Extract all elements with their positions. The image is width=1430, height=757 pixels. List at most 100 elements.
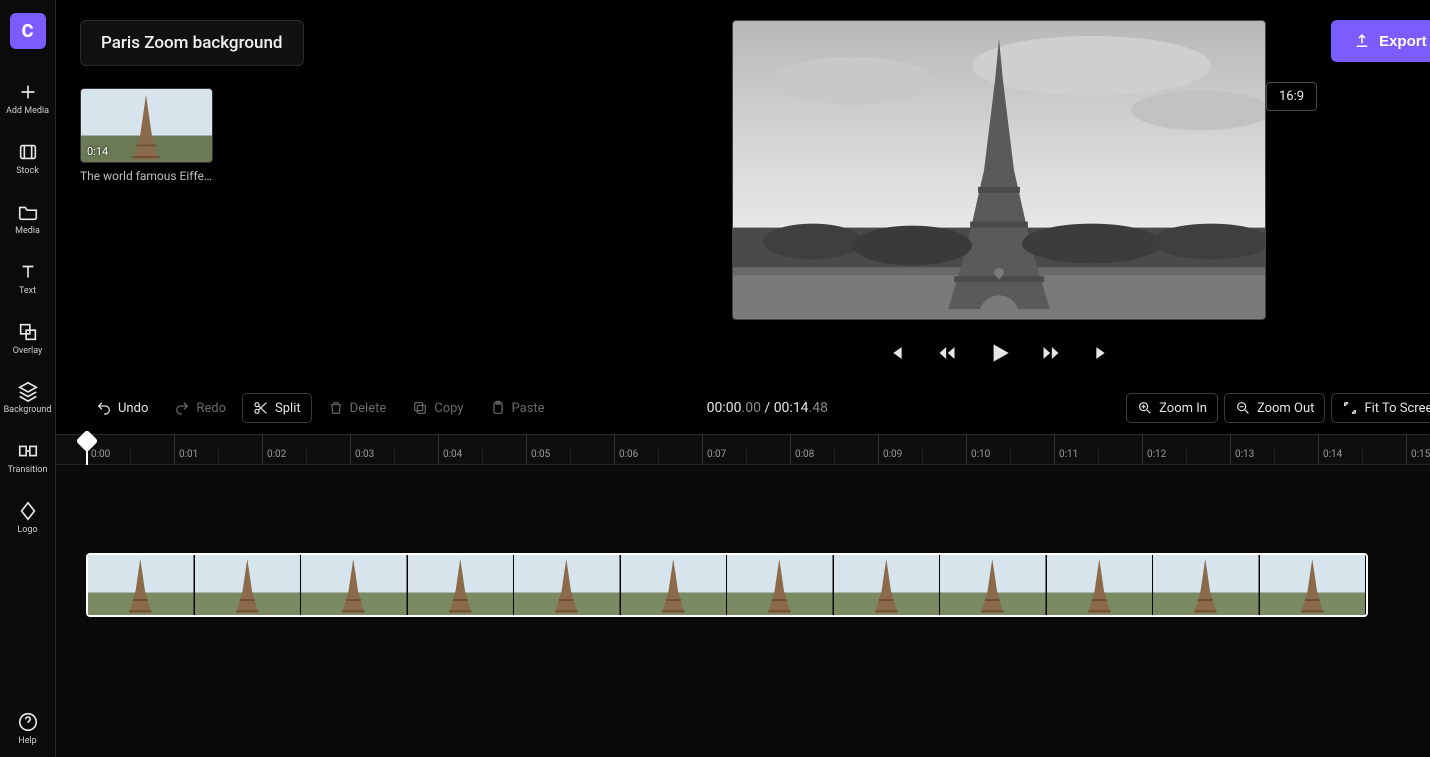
play-button[interactable] [986,340,1012,366]
ruler-subtick [746,450,751,465]
ruler-subtick [834,450,839,465]
forward-button[interactable] [1038,340,1064,366]
redo-icon [174,400,190,416]
edit-toolbar: Undo Redo Split Delete Copy Paste [56,388,1430,428]
ruler-tick: 0:09 [878,435,902,464]
skip-end-button[interactable] [1090,340,1116,366]
ruler-tick: 0:14 [1318,435,1342,464]
delete-label: Delete [350,401,387,416]
ruler-subtick [394,450,399,465]
split-button[interactable]: Split [242,393,312,423]
diamond-icon [17,500,39,522]
media-panel-item[interactable]: 0:14 The world famous Eiffel … [80,88,213,183]
timeline[interactable]: 0:000:010:020:030:040:050:060:070:080:09… [56,434,1430,757]
copy-button[interactable]: Copy [402,394,473,422]
ruler-tick-label: 0:09 [883,449,902,460]
sidebar-item-overlay[interactable]: Overlay [0,307,56,367]
undo-button[interactable]: Undo [86,394,158,422]
sidebar-item-label: Media [13,227,42,237]
clip-frame [621,555,728,615]
clip-frame [408,555,515,615]
sidebar-item-background[interactable]: Background [0,366,56,426]
ruler-tick-label: 0:02 [267,449,286,460]
ruler-subtick [658,450,663,465]
sidebar-item-label: Overlay [11,347,45,357]
project-title[interactable]: Paris Zoom background [80,20,304,66]
skip-start-button[interactable] [882,340,908,366]
timecode-total-frac: .48 [809,400,828,416]
timeline-ruler[interactable]: 0:000:010:020:030:040:050:060:070:080:09… [56,435,1430,465]
ruler-subtick [218,450,223,465]
sidebar-item-add-media[interactable]: Add Media [0,67,56,127]
timeline-tracks[interactable] [56,465,1430,757]
clip-frame [727,555,834,615]
zoom-out-label: Zoom Out [1257,401,1314,416]
plus-icon [17,81,39,103]
delete-button[interactable]: Delete [318,394,397,422]
ruler-tick-label: 0:08 [795,449,814,460]
sidebar-item-label: Text [17,287,38,297]
skip-end-icon [1093,343,1113,363]
sidebar: C Add Media Stock Media Text Overlay Bac… [0,0,56,757]
ruler-tick: 0:10 [966,435,990,464]
rewind-button[interactable] [934,340,960,366]
paste-button[interactable]: Paste [480,394,555,422]
redo-button[interactable]: Redo [164,394,236,422]
zoom-in-button[interactable]: Zoom In [1126,393,1218,423]
sidebar-item-logo[interactable]: Logo [0,486,56,546]
sidebar-item-transition[interactable]: Transition [0,426,56,486]
zoom-out-button[interactable]: Zoom Out [1224,393,1325,423]
timecode-display: 00:00.00 / 00:14.48 [707,400,828,416]
clip-frame [940,555,1047,615]
ruler-tick: 0:04 [438,435,462,464]
sidebar-item-text[interactable]: Text [0,247,56,307]
media-thumbnail[interactable]: 0:14 [80,88,213,163]
clip-frame [195,555,302,615]
ruler-subtick [130,450,135,465]
ruler-tick-label: 0:00 [91,449,110,460]
fit-to-screen-button[interactable]: Fit To Screen [1331,393,1430,423]
rewind-icon [937,343,957,363]
sidebar-item-stock[interactable]: Stock [0,127,56,187]
media-thumbnail-caption: The world famous Eiffel … [80,169,213,183]
skip-start-icon [885,343,905,363]
ruler-tick: 0:03 [350,435,374,464]
clip-frame [1153,555,1260,615]
split-label: Split [275,401,301,416]
ruler-tick-label: 0:15 [1411,449,1430,460]
forward-icon [1041,343,1061,363]
redo-label: Redo [196,401,226,416]
timecode-sep: / [761,400,774,416]
paste-icon [490,400,506,416]
export-icon [1353,32,1371,50]
sidebar-item-help[interactable]: Help [0,697,56,757]
ruler-tick-label: 0:12 [1147,449,1166,460]
video-preview[interactable] [732,20,1266,320]
text-icon [17,261,39,283]
project-title-text: Paris Zoom background [101,33,283,53]
export-button[interactable]: Export [1331,20,1430,62]
ruler-tick: 0:12 [1142,435,1166,464]
copy-label: Copy [434,401,463,416]
sidebar-item-label: Stock [14,167,41,177]
sidebar-item-media[interactable]: Media [0,187,56,247]
clip-frame [514,555,621,615]
timecode-current: 00:00 [707,400,742,416]
ruler-tick-label: 0:10 [971,449,990,460]
aspect-ratio-badge[interactable]: 16:9 [1266,82,1317,111]
ruler-tick-label: 0:13 [1235,449,1254,460]
timecode-current-frac: .00 [742,400,761,416]
zoom-in-icon [1137,400,1153,416]
ruler-tick-label: 0:03 [355,449,374,460]
app-logo-initial: C [22,21,34,42]
playback-controls [732,340,1266,366]
transition-icon [17,440,39,462]
ruler-tick-label: 0:04 [443,449,462,460]
fit-icon [1342,400,1358,416]
ruler-tick-label: 0:06 [619,449,638,460]
ruler-tick: 0:08 [790,435,814,464]
timeline-clip[interactable] [86,553,1368,617]
fit-label: Fit To Screen [1364,401,1430,416]
undo-label: Undo [118,401,148,416]
clip-frame [301,555,408,615]
